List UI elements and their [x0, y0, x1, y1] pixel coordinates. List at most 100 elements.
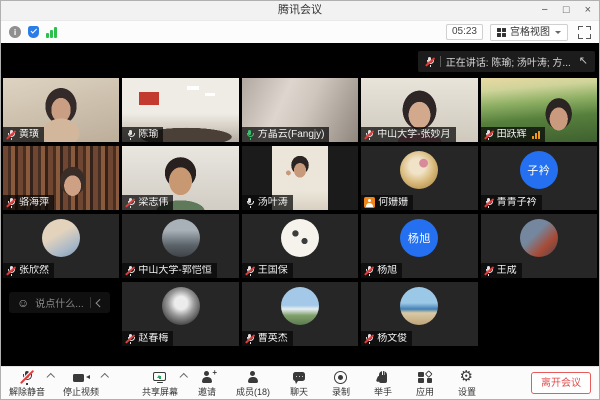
mic-speaking-icon [245, 130, 255, 140]
mic-muted-icon [484, 266, 494, 276]
chevron-up-icon[interactable] [179, 372, 187, 380]
fullscreen-button[interactable] [578, 26, 591, 39]
toolbar-item-members[interactable]: 成员(18) [236, 370, 270, 397]
participant-tile[interactable]: 何姗姗 [361, 146, 477, 210]
participant-avatar [400, 151, 438, 189]
toolbar-item-record[interactable]: 录制 [328, 370, 354, 397]
chat-placeholder[interactable]: 说点什么... [35, 295, 83, 310]
participant-name: 杨旭 [377, 265, 397, 276]
participant-name: 方晶云(Fangjy) [258, 129, 325, 140]
chat-input-collapsed[interactable]: ☺ 说点什么... [9, 292, 110, 313]
chevron-up-icon[interactable] [46, 372, 54, 380]
view-mode-label: 宫格视图 [510, 27, 550, 38]
toolbar-item-label: 成员(18) [236, 387, 270, 397]
participant-tile[interactable]: 王国保 [242, 214, 358, 278]
meeting-toolbar: 解除静音停止视频 共享屏幕+邀请成员(18)聊天录制举手应用设置 离开会议 [1, 366, 599, 399]
participant-name: 何姗姗 [378, 197, 408, 208]
video-stage: 黄璜 陈瑜 方晶云(Fangjy) 中山大学-张妙月田跃辉骆海萍 梁志伟 汤叶涛 何姗姗 子衿… [1, 43, 599, 366]
toolbar-item-unmute[interactable]: 解除静音 [9, 370, 45, 397]
participant-tile[interactable]: 曹英杰 [242, 282, 358, 346]
empty-tile [481, 282, 597, 346]
toolbar-item-label: 聊天 [290, 387, 308, 397]
participant-avatar [42, 219, 80, 257]
mic-muted-icon [245, 266, 255, 276]
members-icon [244, 370, 262, 386]
participant-name: 王成 [497, 265, 517, 276]
participant-avatar [400, 287, 438, 325]
toolbar-item-label: 共享屏幕 [142, 387, 178, 397]
participant-tile[interactable]: 中山大学-张妙月 [361, 78, 477, 142]
chevron-left-icon[interactable] [95, 299, 103, 307]
participant-name: 王国保 [258, 265, 288, 276]
close-button[interactable]: × [585, 5, 591, 16]
meeting-duration: 05:23 [446, 24, 483, 40]
meeting-info-icon[interactable] [9, 26, 21, 38]
mic-muted-icon [125, 334, 135, 344]
banner-collapse-arrow-icon[interactable]: ↖ [579, 56, 588, 67]
mic-on-icon [245, 198, 255, 208]
titlebar: 腾讯会议 − □ × [1, 1, 599, 21]
participant-tile[interactable]: 田跃辉 [481, 78, 597, 142]
participant-nameplate: 方晶云(Fangjy) [242, 127, 330, 142]
participant-avatar: 杨旭 [400, 219, 438, 257]
apps-icon [416, 370, 434, 386]
toolbar-item-share-screen[interactable]: 共享屏幕 [142, 370, 178, 397]
participant-name: 骆海萍 [19, 197, 49, 208]
share-screen-icon [151, 370, 169, 386]
network-quality-icon[interactable] [46, 27, 57, 38]
chat-icon [290, 370, 308, 386]
security-shield-icon[interactable] [28, 26, 39, 39]
view-mode-button[interactable]: 宫格视图 [490, 24, 568, 41]
emoji-icon[interactable]: ☺ [17, 297, 29, 309]
participant-nameplate: 王成 [481, 263, 522, 278]
participant-tile[interactable]: 杨旭杨旭 [361, 214, 477, 278]
mic-muted-icon [484, 130, 494, 140]
invite-icon: + [198, 370, 216, 386]
mic-muted-icon [6, 130, 16, 140]
participant-name: 曹英杰 [258, 333, 288, 344]
participant-tile[interactable]: 黄璜 [3, 78, 119, 142]
participant-tile[interactable]: 梁志伟 [122, 146, 238, 210]
toolbar-item-raise-hand[interactable]: 举手 [370, 370, 396, 397]
participant-nameplate: 曹英杰 [242, 331, 293, 346]
toolbar-item-apps[interactable]: 应用 [412, 370, 438, 397]
participant-tile[interactable]: 王成 [481, 214, 597, 278]
participant-tile[interactable]: 子衿青青子衿 [481, 146, 597, 210]
participant-tile[interactable]: 张欣然 [3, 214, 119, 278]
participant-tile[interactable]: 陈瑜 [122, 78, 238, 142]
topbar-right: 05:23 宫格视图 [446, 24, 591, 41]
toolbar-item-label: 邀请 [198, 387, 216, 397]
maximize-button[interactable]: □ [563, 5, 570, 16]
participant-name: 陈瑜 [138, 129, 158, 140]
participant-name: 黄璜 [19, 129, 39, 140]
participant-avatar [520, 219, 558, 257]
toolbar-item-chat[interactable]: 聊天 [286, 370, 312, 397]
participant-tile[interactable]: 杨文俊 [361, 282, 477, 346]
chevron-up-icon[interactable] [100, 372, 108, 380]
participant-tile[interactable]: 中山大学-郭恺恒 [122, 214, 238, 278]
window-controls: − □ × [541, 1, 591, 20]
toolbar-item-invite[interactable]: +邀请 [194, 370, 220, 397]
participant-nameplate: 青青子衿 [481, 195, 542, 210]
participant-nameplate: 田跃辉 [481, 127, 545, 142]
toolbar-item-stop-video[interactable]: 停止视频 [63, 370, 99, 397]
meeting-topbar: 05:23 宫格视图 [1, 21, 599, 43]
participant-tile[interactable]: 骆海萍 [3, 146, 119, 210]
mic-muted-icon [425, 57, 435, 67]
participant-nameplate: 梁志伟 [122, 195, 173, 210]
leave-meeting-button[interactable]: 离开会议 [531, 372, 591, 394]
mic-muted-icon [364, 266, 374, 276]
banner-divider [440, 56, 441, 67]
participant-nameplate: 黄璜 [3, 127, 44, 142]
mic-muted-icon [125, 266, 135, 276]
minimize-button[interactable]: − [541, 5, 547, 16]
toolbar-item-settings[interactable]: 设置 [454, 370, 480, 397]
toolbar-item-label: 解除静音 [9, 387, 45, 397]
participant-tile[interactable]: 汤叶涛 [242, 146, 358, 210]
participant-tile[interactable]: 方晶云(Fangjy) [242, 78, 358, 142]
toolbar-item-label: 停止视频 [63, 387, 99, 397]
mic-muted-icon [484, 198, 494, 208]
participant-name: 汤叶涛 [258, 197, 288, 208]
chevron-down-icon [555, 31, 561, 34]
participant-tile[interactable]: 赵春梅 [122, 282, 238, 346]
